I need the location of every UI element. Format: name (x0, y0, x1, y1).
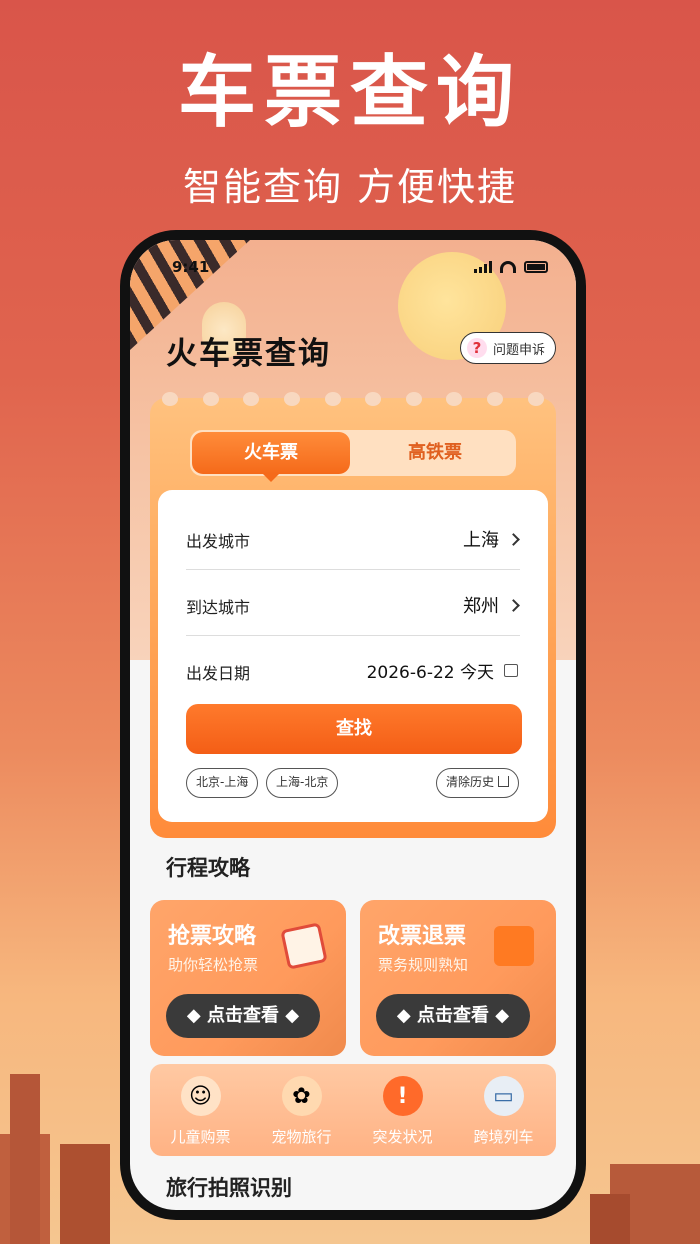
guide-subtitle: 票务规则熟知 (378, 956, 469, 974)
phone-screen: 9:41 火车票查询 ? 问题申诉 火车票 高铁票 出发城市 上海 到达城市 郑… (130, 240, 576, 1210)
guide-title: 抢票攻略 (168, 924, 257, 949)
date-label: 出发日期 (186, 664, 251, 683)
arrival-row[interactable]: 到达城市 郑州 (186, 570, 520, 636)
tab-high-speed[interactable]: 高铁票 (356, 432, 514, 474)
guide-title: 改票退票 (378, 924, 467, 949)
guide-card-grab-tickets[interactable]: 抢票攻略 助你轻松抢票 ◆ 点击查看 ◆ (150, 900, 346, 1056)
arrival-value: 郑州 (463, 596, 499, 617)
train-icon: ▭ (483, 1076, 524, 1116)
cat-icon: ✿ (281, 1076, 322, 1116)
quick-link-label: 儿童购票 (170, 1128, 231, 1146)
quick-links: ☺ 儿童购票 ✿ 宠物旅行 ! 突发状况 ▭ 跨境列车 (150, 1064, 556, 1156)
calendar-icon (504, 664, 518, 677)
search-button[interactable]: 查找 (186, 704, 522, 754)
question-icon: ? (467, 338, 487, 358)
battery-icon (524, 261, 548, 273)
arrival-label: 到达城市 (186, 598, 251, 617)
ticket-tabs: 火车票 高铁票 (190, 430, 516, 482)
section-title-photo: 旅行拍照识别 (166, 1176, 292, 1200)
ticket-search-card: 火车票 高铁票 出发城市 上海 到达城市 郑州 出发日期 2026-6-22 今… (150, 392, 556, 838)
departure-label: 出发城市 (186, 532, 251, 551)
chevron-right-icon (507, 598, 520, 612)
clear-history-label: 清除历史 (446, 775, 495, 789)
section-title-guides: 行程攻略 (166, 856, 250, 880)
status-icons (474, 261, 548, 273)
ticket-edge (150, 392, 556, 406)
clear-history-button[interactable]: 清除历史 (436, 768, 520, 798)
chevron-right-icon (507, 532, 520, 546)
trash-icon (498, 776, 510, 787)
quick-link-label: 宠物旅行 (271, 1128, 332, 1146)
status-bar: 9:41 (130, 258, 576, 282)
document-icon (494, 926, 534, 966)
departure-value: 上海 (463, 530, 499, 551)
view-button[interactable]: ◆ 点击查看 ◆ (376, 994, 530, 1038)
promo-title: 车票查询 (177, 48, 522, 138)
promo-subtitle: 智能查询 方便快捷 (182, 165, 518, 209)
page-title: 火车票查询 (166, 336, 331, 372)
alert-icon: ! (382, 1076, 423, 1116)
phone-frame: 9:41 火车票查询 ? 问题申诉 火车票 高铁票 出发城市 上海 到达城市 郑… (120, 230, 586, 1220)
search-form: 出发城市 上海 到达城市 郑州 出发日期 2026-6-22 今天 查找 北京-… (158, 490, 548, 822)
signal-icon (474, 261, 492, 273)
history-chip[interactable]: 上海-北京 (266, 768, 339, 798)
ticket-book-icon (280, 922, 328, 970)
quick-link-child[interactable]: ☺ 儿童购票 (150, 1064, 251, 1156)
wifi-icon (500, 261, 516, 273)
quick-link-label: 跨境列车 (473, 1128, 534, 1146)
status-time: 9:41 (172, 258, 210, 276)
help-label: 问题申诉 (493, 342, 546, 358)
date-value: 2026-6-22 今天 (366, 663, 494, 683)
quick-link-label: 突发状况 (372, 1128, 433, 1146)
guide-subtitle: 助你轻松抢票 (168, 956, 259, 974)
quick-link-cross-border[interactable]: ▭ 跨境列车 (453, 1064, 554, 1156)
child-icon: ☺ (180, 1076, 221, 1116)
view-button[interactable]: ◆ 点击查看 ◆ (166, 994, 320, 1038)
tab-train[interactable]: 火车票 (192, 432, 350, 482)
help-button[interactable]: ? 问题申诉 (460, 332, 557, 364)
date-row[interactable]: 出发日期 2026-6-22 今天 (186, 636, 520, 702)
history-chip[interactable]: 北京-上海 (186, 768, 259, 798)
departure-row[interactable]: 出发城市 上海 (186, 504, 520, 570)
quick-link-emergency[interactable]: ! 突发状况 (352, 1064, 453, 1156)
quick-link-pet[interactable]: ✿ 宠物旅行 (251, 1064, 352, 1156)
guide-card-change-refund[interactable]: 改票退票 票务规则熟知 ◆ 点击查看 ◆ (360, 900, 556, 1056)
